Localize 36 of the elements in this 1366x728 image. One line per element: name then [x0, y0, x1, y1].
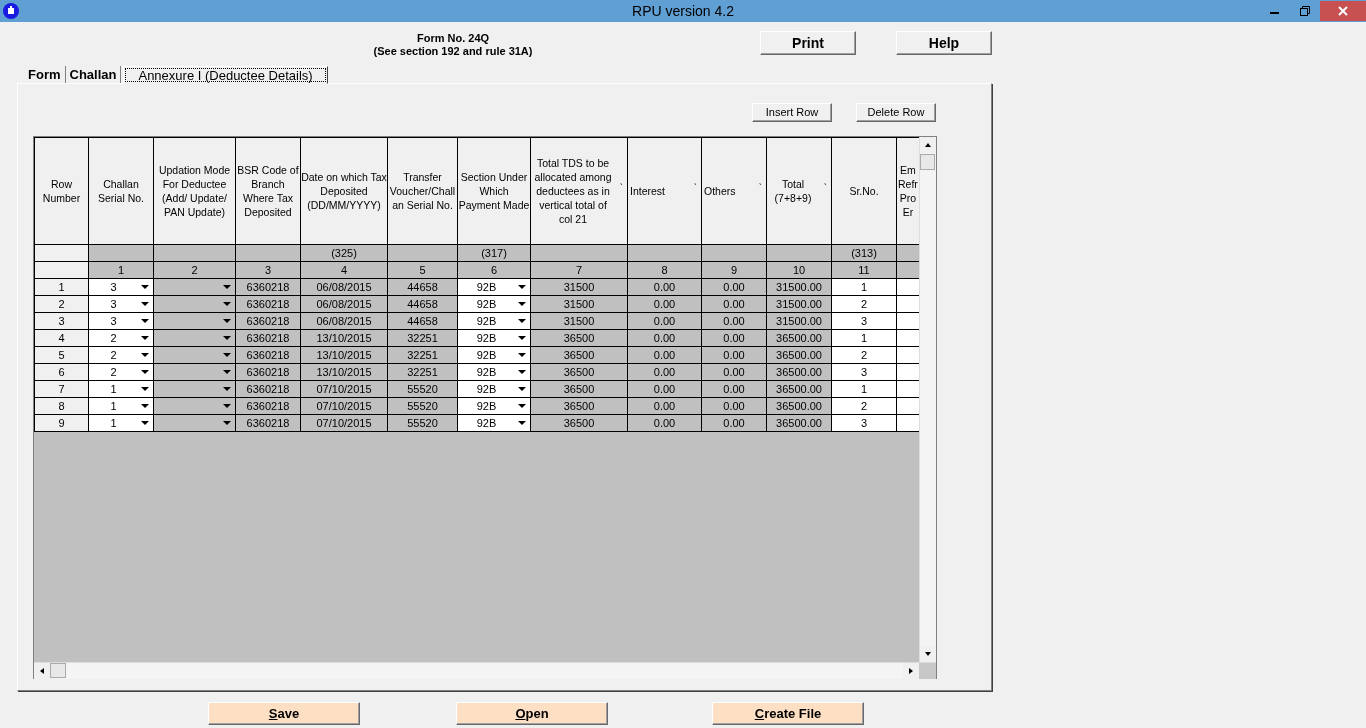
column-header: Others: [704, 184, 736, 198]
column-header: Updation Mode For Deductee (Add/ Update/ PAN Update): [157, 163, 232, 219]
column-header: Challan Serial No.: [96, 177, 146, 205]
form-number: Form No. 24Q: [415, 32, 491, 45]
open-button[interactable]: Open: [456, 702, 608, 725]
print-button[interactable]: Print: [760, 31, 856, 55]
close-icon[interactable]: [1320, 1, 1366, 21]
column-header: Sr.No.: [849, 184, 879, 198]
scrollbar-thumb[interactable]: [50, 663, 66, 678]
column-header: Row Number: [41, 177, 82, 205]
column-header: Interest: [630, 184, 666, 198]
tick-mark: `: [758, 182, 762, 196]
create-file-button[interactable]: Create File: [712, 702, 864, 725]
horizontal-scrollbar[interactable]: [34, 662, 936, 679]
tick-mark: `: [823, 182, 827, 196]
column-header: Em Refr Pro Er: [898, 163, 918, 219]
tick-mark: `: [619, 182, 623, 196]
tick-mark: `: [693, 182, 697, 196]
save-button[interactable]: Save: [208, 702, 360, 725]
column-header: Date on which Tax Deposited (DD/MM/YYYY): [301, 170, 387, 212]
column-header: BSR Code of Branch Where Tax Deposited: [236, 163, 300, 219]
tab[interactable]: Annexure I (Deductee Details): [123, 66, 328, 84]
delete-row-button[interactable]: Delete Row: [856, 102, 936, 122]
column-header: Total (7+8+9): [773, 177, 813, 205]
tab[interactable]: Challan: [65, 66, 122, 83]
scrollbar-thumb[interactable]: [920, 154, 935, 170]
form-reference: (See section 192 and rule 31A): [372, 45, 534, 58]
vertical-scrollbar[interactable]: [919, 137, 936, 662]
insert-row-button[interactable]: Insert Row: [752, 102, 832, 122]
tab[interactable]: Form: [24, 66, 66, 83]
column-header: Transfer Voucher/Challan Serial No.: [388, 170, 457, 212]
help-button[interactable]: Help: [896, 31, 992, 55]
app-icon[interactable]: [3, 3, 19, 19]
column-header: Total TDS to be allocated among deductees as in vertical total of col 21: [533, 156, 613, 226]
column-header: Section Under Which Payment Made: [458, 170, 530, 212]
window-title: RPU version 4.2: [632, 3, 734, 19]
